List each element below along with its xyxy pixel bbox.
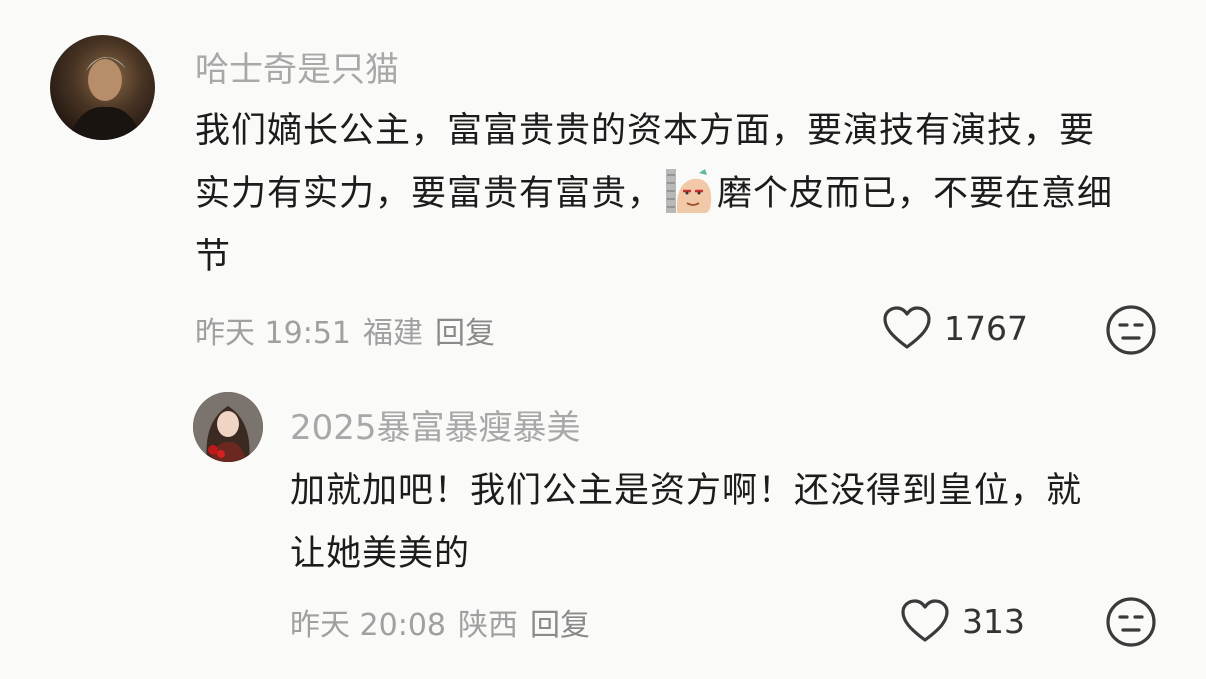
dislike-button[interactable] — [1105, 304, 1157, 360]
comment-meta: 昨天 19:51 福建 回复 — [195, 308, 507, 352]
smirk-sticker-icon — [665, 165, 715, 215]
comment-text: 加就加吧！我们公主是资方啊！还没得到皇位，就让她美美的 — [290, 471, 1083, 574]
username[interactable]: 2025暴富暴瘦暴美 — [290, 400, 581, 449]
comment-text: 我们嫡长公主，富富贵贵的资本方面，要演技有演技，要实力有实力，要富贵有富贵， 磨… — [195, 100, 1115, 289]
like-button[interactable]: 313 — [900, 598, 1025, 644]
reply-button[interactable]: 回复 — [530, 608, 590, 643]
comment-location: 陕西 — [458, 608, 518, 643]
heart-icon — [883, 306, 931, 349]
heart-icon — [901, 599, 949, 642]
comment-item: 哈士奇是只猫 我们嫡长公主，富富贵贵的资本方面，要演技有演技，要实力有实力，要富… — [0, 0, 1206, 370]
dislike-button[interactable] — [1105, 596, 1157, 652]
like-button[interactable]: 1767 — [882, 305, 1028, 351]
username[interactable]: 哈士奇是只猫 — [195, 42, 399, 91]
reply-button[interactable]: 回复 — [435, 316, 495, 351]
like-count: 1767 — [944, 308, 1028, 348]
comment-time: 昨天 19:51 — [195, 316, 351, 351]
reply-comment-item: 2025暴富暴瘦暴美 加就加吧！我们公主是资方啊！还没得到皇位，就让她美美的 昨… — [0, 370, 1206, 679]
comment-meta: 昨天 20:08 陕西 回复 — [290, 600, 602, 644]
comment-location: 福建 — [363, 316, 423, 351]
avatar[interactable] — [50, 35, 155, 140]
like-count: 313 — [962, 601, 1025, 641]
meh-face-icon — [1106, 597, 1156, 647]
meh-face-icon — [1106, 305, 1156, 355]
comment-time: 昨天 20:08 — [290, 608, 446, 643]
avatar[interactable] — [193, 392, 263, 462]
